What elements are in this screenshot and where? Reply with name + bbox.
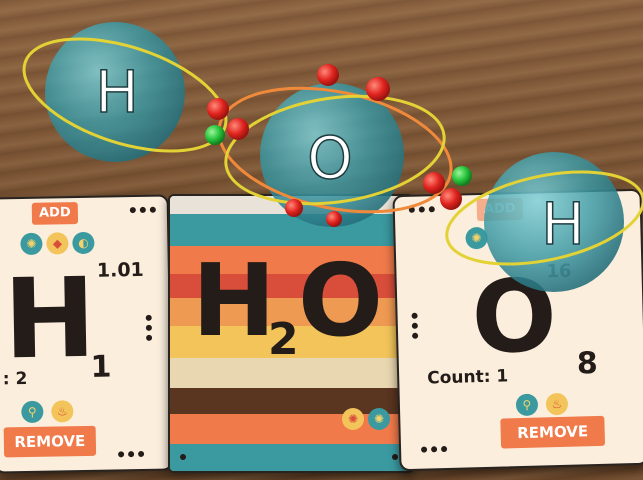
electron (317, 64, 339, 86)
bottom-dots-icon (421, 445, 448, 453)
electron (452, 166, 472, 186)
formula-hydrogen: H (192, 242, 276, 359)
electron (227, 118, 249, 140)
formula-oxygen: O (298, 242, 384, 359)
cell-icon: ✺ (20, 232, 43, 256)
satellite-icon: ⚲ (515, 393, 539, 417)
count-label: Count: 1 (426, 366, 509, 389)
add-button[interactable]: ADD (476, 197, 524, 222)
bottom-dots-icon (118, 450, 145, 458)
atom-sphere (45, 22, 185, 162)
cell-icon: ✺ (368, 408, 390, 430)
coin-icon: ◐ (72, 231, 95, 255)
hydrogen-card[interactable]: ADD ✺ ◆ ◐ H 1.01 1 : 2 ⚲ ♨ REMOVE (0, 194, 174, 474)
electron (205, 125, 225, 145)
electron (207, 98, 229, 120)
electron (423, 172, 445, 194)
remove-button[interactable]: REMOVE (3, 425, 97, 458)
molecule-card[interactable]: H 2 O ✺ ✺ (168, 194, 414, 473)
stripe (170, 444, 412, 471)
flame-icon: ♨ (51, 400, 74, 423)
bottom-dots-icon (392, 454, 398, 460)
orbit-ring (22, 37, 228, 153)
oxygen-card[interactable]: ADD ✺ 16 O 8 Count: 1 ⚲ ♨ REMOVE (392, 188, 643, 472)
atomic-mass: 1.01 (96, 258, 144, 282)
satellite-icon: ⚲ (21, 400, 44, 424)
element-symbol: H (2, 253, 97, 384)
flame-icon: ♨ (545, 392, 569, 416)
remove-button[interactable]: REMOVE (500, 415, 606, 449)
hydrogen-atom-left[interactable] (10, 17, 239, 173)
atomic-number: 8 (576, 345, 599, 382)
side-dots-icon (411, 312, 419, 339)
menu-dots-icon (408, 206, 435, 213)
atomic-number: 1 (90, 349, 112, 385)
side-dots-icon (145, 314, 153, 341)
count-label: : 2 (2, 368, 28, 390)
cell-icon: ✺ (342, 408, 364, 430)
menu-dots-icon (129, 206, 156, 214)
gem-icon: ◆ (46, 232, 69, 255)
cell-icon: ✺ (465, 226, 488, 250)
element-symbol: O (470, 257, 559, 377)
atom-label: H (95, 58, 139, 126)
electron (366, 77, 390, 101)
bottom-dots-icon (180, 454, 186, 460)
formula-subscript: 2 (268, 314, 299, 365)
add-button[interactable]: ADD (31, 202, 79, 225)
stripe (170, 196, 412, 214)
atom-label: O (307, 124, 353, 192)
